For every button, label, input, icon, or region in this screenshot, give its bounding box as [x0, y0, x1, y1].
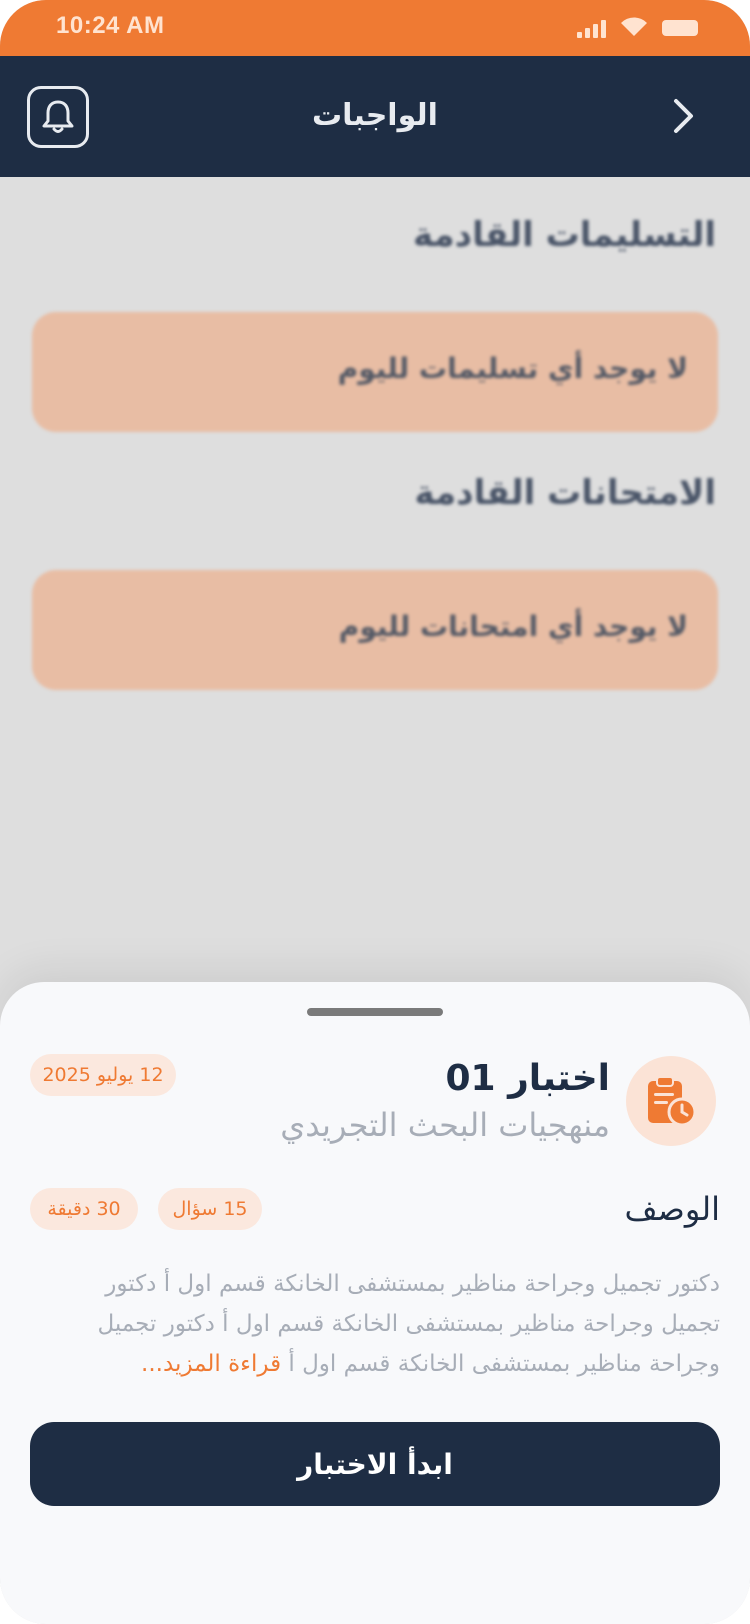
question-count-badge: 15 سؤال [158, 1188, 262, 1230]
exam-icon-badge [626, 1056, 716, 1146]
exam-description: دكتور تجميل وجراحة مناظير بمستشفى الخانك… [80, 1264, 720, 1384]
exam-bottom-sheet: اختبار 01 منهجيات البحث التجريدي 12 يولي… [0, 982, 750, 1624]
signal-icon [577, 18, 606, 38]
submissions-empty-text: لا يوجد أي تسليمات لليوم [337, 352, 688, 385]
duration-badge: 30 دقيقة [30, 1188, 138, 1230]
page-title: الواجبات [312, 98, 438, 133]
exams-empty-text: لا يوجد أي امتحانات لليوم [338, 610, 688, 643]
status-bar: 10:24 AM [0, 0, 750, 56]
clipboard-clock-icon [648, 1076, 697, 1127]
exam-subject: منهجيات البحث التجريدي [280, 1106, 610, 1144]
wifi-icon [621, 17, 647, 36]
app-bar: الواجبات [0, 56, 750, 177]
status-time: 10:24 AM [56, 12, 165, 39]
phone-screen: 10:24 AM الواجبات التسليمات القادمة لا ي… [0, 0, 750, 1624]
read-more-link[interactable]: قراءة المزيد... [141, 1351, 281, 1377]
exams-empty-card: لا يوجد أي امتحانات لليوم [32, 570, 718, 690]
exam-title: اختبار 01 [445, 1058, 610, 1099]
status-icons [577, 16, 698, 38]
assignments-content: التسليمات القادمة لا يوجد أي تسليمات للي… [0, 177, 750, 977]
start-exam-button[interactable]: ابدأ الاختبار [30, 1422, 720, 1506]
description-label: الوصف [624, 1190, 720, 1228]
upcoming-exams-title: الامتحانات القادمة [414, 473, 716, 513]
back-button[interactable] [664, 96, 704, 136]
sheet-drag-handle[interactable] [307, 1008, 443, 1016]
chevron-right-icon [674, 99, 693, 133]
exam-date-badge: 12 يوليو 2025 [30, 1054, 176, 1096]
battery-icon [662, 20, 698, 36]
upcoming-submissions-title: التسليمات القادمة [413, 215, 716, 255]
submissions-empty-card: لا يوجد أي تسليمات لليوم [32, 312, 718, 432]
